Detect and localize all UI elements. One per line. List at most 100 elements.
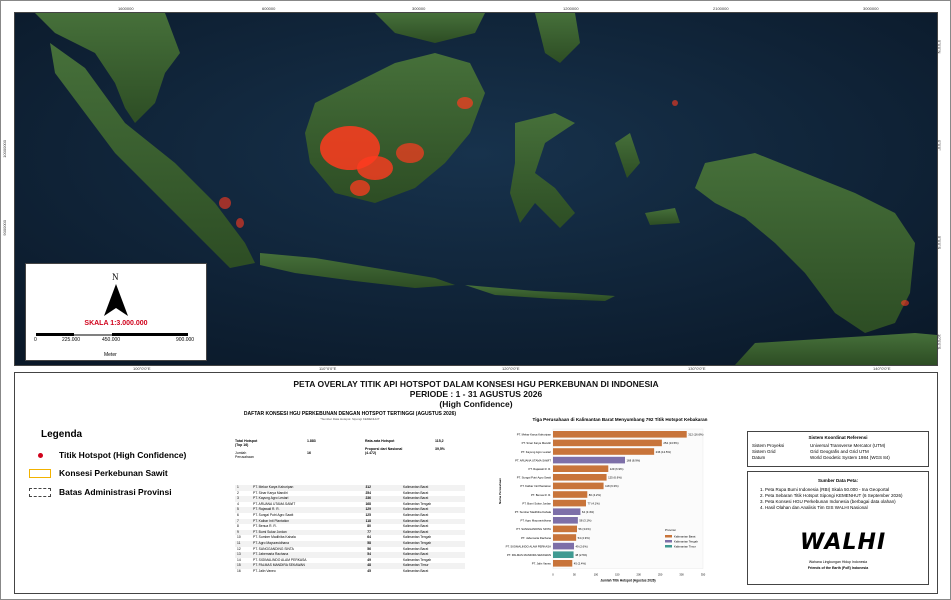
north-arrow-icon	[104, 284, 128, 316]
chart-bar	[553, 517, 578, 524]
chart-data-label: 125 (6.6%)	[608, 476, 622, 480]
right-coord: 10°0'0"S	[937, 334, 942, 350]
chart-bar	[553, 551, 574, 558]
chart-data-label: 64 (3.4%)	[582, 510, 594, 514]
bottom-coord: 100°0'0"E	[133, 366, 151, 371]
right-coord: 5°0'0"N	[937, 40, 942, 54]
sources-box: Sumber Data Peta: 1. Peta Rupa Bumi Indo…	[747, 471, 929, 585]
chart-bar	[553, 431, 687, 438]
legend-title: Legenda	[41, 429, 83, 440]
legend-item-boundary: Batas Administrasi Provinsi	[29, 487, 172, 497]
stat-label: Total Hotspot (Top 16)	[235, 439, 258, 447]
top-coord: 1200000	[563, 6, 579, 11]
chart-bar	[553, 482, 604, 490]
chart-legend-swatch	[665, 540, 672, 543]
bar-chart: Tiga Perusahaan di Kalimantan Barat Meny…	[495, 415, 745, 587]
bottom-coord: 140°0'0"E	[873, 366, 891, 371]
chart-data-label: 58 (3.1%)	[579, 519, 591, 523]
chart-category-label: PT. Jabemaria Rachana	[521, 536, 551, 540]
company-table: DAFTAR KONSESI HGU PERKEBUNAN DENGAN HOT…	[225, 411, 475, 587]
boundary-box-icon	[29, 487, 51, 497]
org-name: Wahana Lingkungan Hidup Indonesia	[808, 560, 868, 564]
table-cell: PT. Jalin Vaneo	[253, 568, 276, 573]
chart-tick-label: 350	[701, 573, 706, 577]
chart-legend-swatch	[665, 535, 672, 538]
chart-data-label: 77 (4.1%)	[588, 501, 600, 505]
chart-bar	[553, 439, 662, 447]
table-cell: Kalimantan Barat	[402, 568, 429, 573]
legend-label: Titik Hotspot (High Confidence)	[59, 450, 187, 460]
chart-bar	[553, 525, 577, 533]
chart-category-label: PT. Mekar Karya Kahuripan	[517, 433, 552, 437]
sources-title: Sumber Data Peta:	[817, 478, 858, 483]
chart-ylabel: Nama Perusahaan	[498, 478, 502, 504]
chart-legend-title: Provinsi	[665, 528, 676, 532]
chart-category-label: PT. Rajawali R. R.	[528, 467, 551, 471]
chart-title: Tiga Perusahaan di Kalimantan Barat Meny…	[533, 417, 708, 422]
top-coord: 600000	[262, 6, 276, 11]
chart-legend-swatch	[665, 545, 672, 548]
scale-tick: 225.000	[62, 337, 81, 343]
table-row: 16 PT. Jalin Vaneo 45 Kalimantan Barat	[235, 568, 465, 575]
stat-value: 1.883	[307, 439, 316, 443]
legend-label: Batas Administrasi Provinsi	[59, 487, 172, 497]
legend-label: Konsesi Perkebunan Sawit	[59, 468, 168, 478]
stat-value: 16	[307, 451, 311, 455]
chart-category-label: PT. Benua R. R.	[531, 493, 551, 497]
map-confidence: (High Confidence)	[439, 399, 513, 409]
stat-value: 115,2	[435, 439, 444, 443]
stats-left: Total Hotspot (Top 16) 1.883 Jumlah Perus…	[235, 439, 316, 459]
top-coord: 3000000	[863, 6, 879, 11]
chart-bar	[553, 448, 655, 455]
chart-category-label: PT. Kalbar Inti Plantation	[520, 484, 551, 488]
reference-row: Datum World Geodetic System 1984 (WGS 84)	[752, 455, 928, 461]
chart-tick-label: 0	[552, 573, 554, 577]
chart-data-label: 80 (4.2%)	[589, 493, 601, 497]
stat-label: Jumlah Perusahaan	[235, 451, 254, 459]
right-coord: 5°0'0"S	[937, 236, 942, 250]
info-panel: PETA OVERLAY TITIK API HOTSPOT DALAM KON…	[14, 372, 938, 594]
map-period: PERIODE : 1 - 31 AGUSTUS 2026	[409, 389, 543, 399]
legend-item-concession: Konsesi Perkebunan Sawit	[29, 468, 168, 478]
top-coord: 2100000	[713, 6, 729, 11]
stats-right: Rata-rata Hotspot 115,2 Proporsi dari Nas…	[365, 439, 445, 455]
chart-data-label: 118 (6.3%)	[605, 484, 619, 488]
chart-data-label: 254 (13.5%)	[663, 441, 678, 445]
chart-tick-label: 150	[615, 573, 620, 577]
chart-tick-label: 200	[637, 573, 642, 577]
chart-bar	[553, 542, 574, 550]
bottom-coord: 120°0'0"E	[502, 366, 520, 371]
chart-data-label: 236 (12.5%)	[656, 450, 671, 454]
hotspot-dot-icon	[29, 451, 51, 460]
stat-label: Rata-rata Hotspot	[365, 439, 395, 443]
chart-category-label: PT. ARUANA UTAMA SAWIT	[515, 458, 551, 462]
scale-unit: Meter	[104, 352, 117, 358]
chart-data-label: 168 (8.9%)	[627, 458, 641, 462]
chart-legend-label: Kalimantan Barat	[674, 534, 696, 538]
north-label: N	[112, 272, 119, 282]
chart-category-label: PT. PALMAS MANDIRA SEKAWAN	[507, 553, 551, 557]
chart-category-label: PT. Bumi Sukar Jordan	[522, 501, 551, 505]
table-cell: 45	[367, 568, 371, 573]
chart-bar	[553, 560, 573, 567]
chart-category-label: PT. Sinar Karya Mandiri	[522, 441, 552, 445]
chart-category-label: PT. Sumber Madihiba Kahala	[515, 510, 552, 514]
bottom-coord: 130°0'0"E	[688, 366, 706, 371]
chart-tick-label: 300	[679, 573, 684, 577]
scale-text: SKALA 1:3.000.000	[84, 320, 148, 327]
scale-tick: 0	[34, 337, 37, 343]
chart-category-label: PT. Agro Mayuravidhana	[521, 519, 552, 523]
chart-tick-label: 50	[573, 573, 576, 577]
chart-bar	[553, 456, 625, 464]
chart-data-label: 129 (6.9%)	[610, 467, 624, 471]
legend-item-hotspot: Titik Hotspot (High Confidence)	[29, 450, 186, 460]
chart-legend-label: Kalimantan Timur	[674, 544, 696, 548]
chart-bar	[553, 508, 581, 515]
chart-tick-label: 100	[594, 573, 599, 577]
reference-title: Sistem Koordinat Referensi	[808, 435, 868, 440]
left-coord: 10000000	[2, 140, 7, 158]
chart-data-label: 312 (16.6%)	[688, 433, 703, 437]
scale-tick: 450.000	[102, 337, 121, 343]
scale-box: N SKALA 1:3.000.000 0 225.000 450.000 90…	[25, 263, 207, 361]
rank-table: 1 PT. Mekar Karya Kahuripan 312 Kalimantan …	[235, 485, 465, 575]
